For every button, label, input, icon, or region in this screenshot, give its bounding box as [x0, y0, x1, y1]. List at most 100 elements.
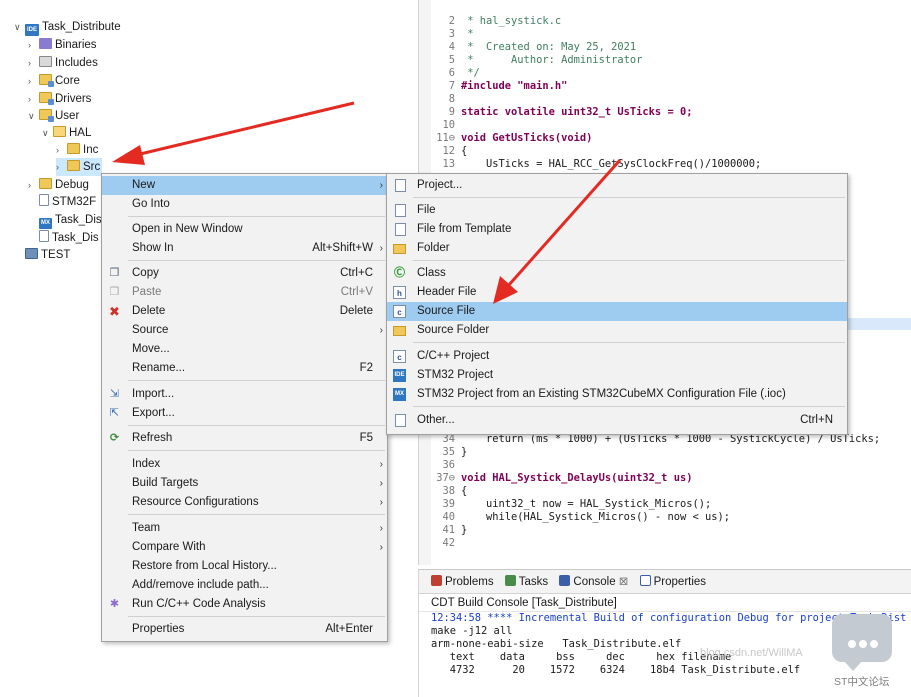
- menu-item-header-file[interactable]: h Header File: [387, 283, 847, 302]
- tree-item-inc[interactable]: › Inc: [56, 141, 98, 159]
- menu-item-import[interactable]: ⇲ Import...: [102, 385, 387, 404]
- binaries-icon: [39, 38, 52, 49]
- tree-item-test[interactable]: TEST: [14, 246, 70, 264]
- tab-properties[interactable]: Properties: [639, 570, 706, 594]
- copy-icon: ❐: [109, 267, 120, 279]
- context-menu: New › Go Into Open in New Window Show In A…: [101, 173, 388, 642]
- menu-item-run-code-analysis[interactable]: ✱ Run C/C++ Code Analysis: [102, 595, 387, 614]
- tab-console[interactable]: Console ⊠: [559, 570, 628, 594]
- tree-item-core[interactable]: › Core: [28, 72, 80, 90]
- menu-item-project[interactable]: Project...: [387, 176, 847, 195]
- tree-item-label: User: [55, 110, 80, 122]
- tree-item-drivers[interactable]: › Drivers: [28, 90, 91, 108]
- menu-item-file-from-template[interactable]: File from Template: [387, 220, 847, 239]
- menu-item-source-file[interactable]: c Source File: [387, 302, 847, 321]
- expand-twisty[interactable]: ›: [56, 141, 67, 159]
- expand-twisty[interactable]: ›: [56, 158, 67, 176]
- expand-twisty[interactable]: ∨: [42, 124, 53, 142]
- code-line: 2 * hal_systick.c: [448, 15, 562, 27]
- tree-item-label: HAL: [69, 127, 92, 139]
- menu-item-delete[interactable]: ✖ Delete Delete: [102, 302, 387, 321]
- tree-item-debug[interactable]: › Debug: [28, 176, 89, 194]
- tree-item-task-dis-file[interactable]: Task_Dis: [28, 229, 99, 247]
- tree-item-stm32f[interactable]: STM32F: [28, 193, 96, 211]
- menu-separator: [413, 197, 845, 198]
- code-line: 39 uint32_t now = HAL_Systick_Micros();: [442, 498, 712, 510]
- stm32-ide-icon: IDE: [393, 369, 406, 382]
- folder-icon: [67, 143, 80, 154]
- menu-separator: [128, 216, 385, 217]
- tab-tasks[interactable]: Tasks: [504, 570, 548, 594]
- menu-item-paste[interactable]: ❐ Paste Ctrl+V: [102, 283, 387, 302]
- menu-item-class[interactable]: Ⓒ Class: [387, 264, 847, 283]
- expand-twisty[interactable]: ›: [28, 176, 39, 194]
- tree-item-user[interactable]: ∨ User: [28, 107, 79, 125]
- header-file-icon: h: [393, 286, 406, 299]
- menu-item-stm32-project[interactable]: IDE STM32 Project: [387, 366, 847, 385]
- menu-item-export[interactable]: ⇱ Export...: [102, 404, 387, 423]
- menu-item-cpp-project[interactable]: c C/C++ Project: [387, 347, 847, 366]
- menu-item-index[interactable]: Index ›: [102, 455, 387, 474]
- menu-item-resource-configurations[interactable]: Resource Configurations ›: [102, 493, 387, 512]
- expand-twisty[interactable]: ›: [28, 54, 39, 72]
- source-folder-icon: [393, 326, 406, 336]
- chevron-right-icon: ›: [379, 497, 383, 508]
- menu-item-stm32-project-from-ioc[interactable]: MX STM32 Project from an Existing STM32Cu…: [387, 385, 847, 404]
- tree-item-label: Src: [83, 161, 101, 173]
- refresh-icon: ⟳: [109, 432, 120, 444]
- menu-item-team[interactable]: Team ›: [102, 519, 387, 538]
- menu-item-copy[interactable]: ❐ Copy Ctrl+C: [102, 264, 387, 283]
- menu-item-rename[interactable]: Rename... F2: [102, 359, 387, 378]
- file-icon: [395, 204, 406, 217]
- expand-twisty[interactable]: ∨: [14, 18, 25, 36]
- mx-icon: MX: [39, 218, 52, 229]
- menu-item-properties[interactable]: Properties Alt+Enter: [102, 620, 387, 639]
- expand-twisty[interactable]: ›: [28, 72, 39, 90]
- code-line: 36: [442, 459, 455, 471]
- menu-item-open-in-new-window[interactable]: Open in New Window: [102, 220, 387, 239]
- file-icon: [39, 194, 49, 206]
- menu-separator: [128, 514, 385, 515]
- menu-item-add-remove-include-path[interactable]: Add/remove include path...: [102, 576, 387, 595]
- expand-twisty[interactable]: ›: [28, 36, 39, 54]
- expand-twisty[interactable]: ∨: [28, 107, 39, 125]
- export-icon: ⇱: [109, 407, 120, 419]
- tree-item-label: Inc: [83, 144, 99, 156]
- menu-item-restore-from-local-history[interactable]: Restore from Local History...: [102, 557, 387, 576]
- tree-item-hal[interactable]: ∨ HAL: [42, 124, 91, 142]
- menu-item-compare-with[interactable]: Compare With ›: [102, 538, 387, 557]
- menu-item-go-into[interactable]: Go Into: [102, 195, 387, 214]
- close-icon[interactable]: ⊠: [619, 576, 629, 588]
- menu-item-new[interactable]: New ›: [102, 176, 387, 195]
- paste-icon: ❐: [109, 286, 120, 298]
- source-folder-icon: [39, 92, 54, 105]
- code-line: 42: [442, 537, 455, 549]
- tree-item-src[interactable]: › Src: [56, 158, 102, 176]
- menu-separator: [128, 450, 385, 451]
- menu-item-refresh[interactable]: ⟳ Refresh F5: [102, 429, 387, 448]
- code-line: 38{: [442, 485, 468, 497]
- menu-item-build-targets[interactable]: Build Targets ›: [102, 474, 387, 493]
- test-project-icon: [25, 248, 38, 259]
- tree-item-task-dis-ioc[interactable]: MX Task_Dis: [28, 211, 102, 229]
- tree-item-includes[interactable]: › Includes: [28, 54, 98, 72]
- menu-item-file[interactable]: File: [387, 201, 847, 220]
- tree-item-binaries[interactable]: › Binaries: [28, 36, 97, 54]
- menu-item-other[interactable]: Other... Ctrl+N: [387, 411, 847, 430]
- menu-item-show-in[interactable]: Show In Alt+Shift+W ›: [102, 239, 387, 258]
- folder-icon: [39, 178, 52, 189]
- code-line: 3 *: [448, 28, 474, 40]
- tab-problems[interactable]: Problems: [431, 570, 494, 594]
- console-icon: [559, 575, 571, 586]
- tree-item-task-distribute[interactable]: ∨ IDE Task_Distribute: [14, 18, 121, 36]
- menu-item-folder[interactable]: Folder: [387, 239, 847, 258]
- code-line: 8: [448, 93, 455, 105]
- menu-item-move[interactable]: Move...: [102, 340, 387, 359]
- menu-item-source[interactable]: Source ›: [102, 321, 387, 340]
- source-folder-icon: [39, 109, 54, 122]
- tree-item-label: Task_Dis: [52, 232, 99, 244]
- menu-separator: [413, 342, 845, 343]
- expand-twisty[interactable]: ›: [28, 90, 39, 108]
- menu-item-source-folder[interactable]: Source Folder: [387, 321, 847, 340]
- menu-separator: [128, 616, 385, 617]
